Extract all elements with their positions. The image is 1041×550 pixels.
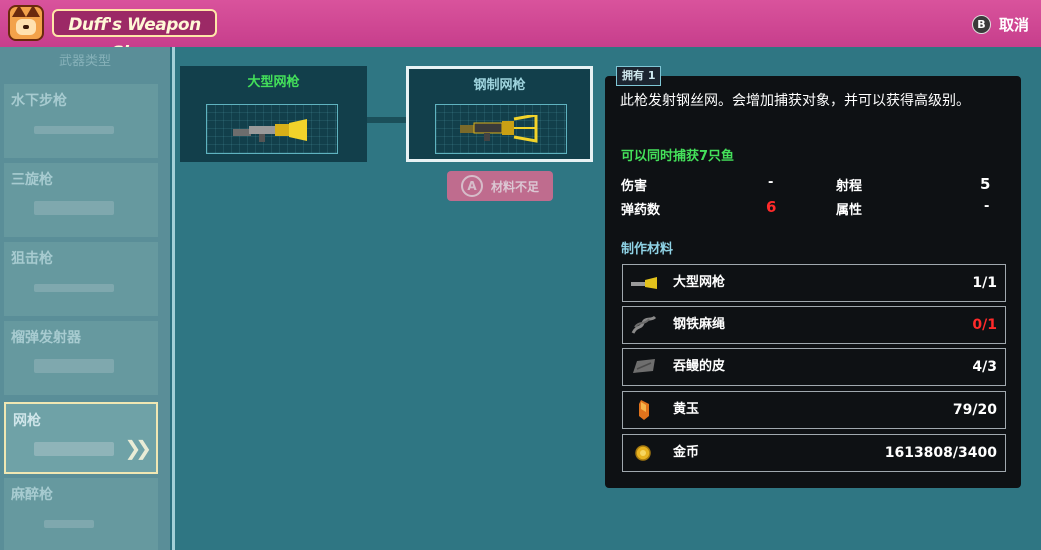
weapon-preview-frame	[206, 104, 338, 154]
stat-label-ammo: 弹药数	[621, 203, 661, 218]
topaz-icon	[639, 400, 649, 420]
stat-value-attribute: -	[984, 199, 990, 214]
sidebar-item-label: 麻醉枪	[11, 487, 53, 503]
weapon-feature: 可以同时捕获7只鱼	[621, 149, 735, 164]
stat-label-attribute: 属性	[836, 203, 863, 218]
sidebar-item-sniper-rifle[interactable]: 狙击枪	[4, 242, 158, 316]
upgrade-connector	[367, 117, 407, 123]
cancel-button[interactable]: B 取消	[971, 12, 1029, 36]
material-name: 钢铁麻绳	[673, 317, 726, 332]
weapon-preview-frame	[435, 104, 567, 154]
material-row: 黄玉 79/20	[622, 391, 1006, 429]
weapon-description: 此枪发射钢丝网。会增加捕获对象，并可以获得高级别。	[620, 93, 970, 109]
b-button-icon: B	[971, 14, 991, 34]
rifle-icon	[34, 126, 114, 134]
top-bar: Duff's Weapon Shop B 取消	[0, 0, 1041, 63]
material-count: 1613808/3400	[884, 445, 997, 461]
material-row: 大型网枪 1/1	[622, 264, 1006, 302]
sidebar-item-label: 狙击枪	[11, 251, 53, 267]
material-count: 4/3	[972, 359, 997, 375]
material-count: 79/20	[952, 402, 997, 418]
net-gun-icon	[34, 442, 114, 456]
material-name: 金币	[673, 445, 700, 460]
eel-skin-icon	[633, 359, 655, 373]
craft-button-label: 材料不足	[490, 179, 539, 194]
large-net-gun-icon	[233, 119, 307, 142]
sidebar-item-label: 榴弹发射器	[11, 330, 81, 346]
sidebar-item-underwater-rifle[interactable]: 水下步枪	[4, 84, 158, 158]
sidebar-item-tranquilizer-gun[interactable]: 麻醉枪	[4, 478, 158, 550]
sidebar-item-grenade-launcher[interactable]: 榴弹发射器	[4, 321, 158, 395]
weapon-node-name: 钢制网枪	[473, 78, 526, 93]
rope-icon	[631, 315, 657, 334]
stat-label-range: 射程	[836, 179, 863, 194]
material-row: 吞鳗的皮 4/3	[622, 348, 1006, 386]
weapon-node-steel-net-gun[interactable]: 钢制网枪	[406, 66, 593, 162]
material-name: 大型网枪	[673, 275, 726, 290]
stat-value-range: 5	[980, 175, 991, 193]
material-name: 黄玉	[673, 402, 700, 417]
sidebar-header: 武器类型	[58, 54, 111, 69]
gold-coin-icon	[635, 445, 651, 461]
weapon-node-name: 大型网枪	[247, 75, 300, 90]
material-count: 1/1	[972, 275, 997, 291]
sidebar-item-net-gun[interactable]: 网枪 ❯❯	[4, 402, 158, 474]
material-count: 0/1	[972, 317, 997, 333]
owned-badge: 拥有 1	[616, 66, 662, 86]
material-row: 金币 1613808/3400	[622, 434, 1006, 472]
steel-net-gun-icon	[460, 115, 538, 143]
sniper-icon	[34, 284, 114, 292]
material-row: 钢铁麻绳 0/1	[622, 306, 1006, 344]
tranquilizer-icon	[44, 520, 94, 528]
chevron-right-icon: ❯❯	[124, 436, 151, 460]
weapon-node-large-net-gun[interactable]: 大型网枪	[180, 66, 367, 162]
shop-logo-icon	[8, 5, 44, 41]
material-name: 吞鳗的皮	[673, 359, 726, 374]
sidebar-item-triple-spin-gun[interactable]: 三旋枪	[4, 163, 158, 237]
stat-value-ammo: 6	[766, 198, 777, 216]
materials-title: 制作材料	[621, 242, 674, 257]
cancel-label: 取消	[998, 15, 1029, 34]
sidebar-item-label: 网枪	[13, 413, 41, 429]
spin-gun-icon	[34, 201, 114, 215]
sidebar-item-label: 三旋枪	[11, 172, 53, 188]
net-gun-icon	[631, 277, 657, 289]
sidebar-item-label: 水下步枪	[11, 93, 67, 109]
grenade-launcher-icon	[34, 359, 114, 373]
a-button-icon: A	[460, 175, 483, 197]
stat-label-damage: 伤害	[621, 179, 648, 194]
stat-value-damage: -	[768, 175, 774, 190]
craft-button[interactable]: A 材料不足	[447, 171, 553, 201]
shop-title: Duff's Weapon Shop	[52, 9, 217, 63]
